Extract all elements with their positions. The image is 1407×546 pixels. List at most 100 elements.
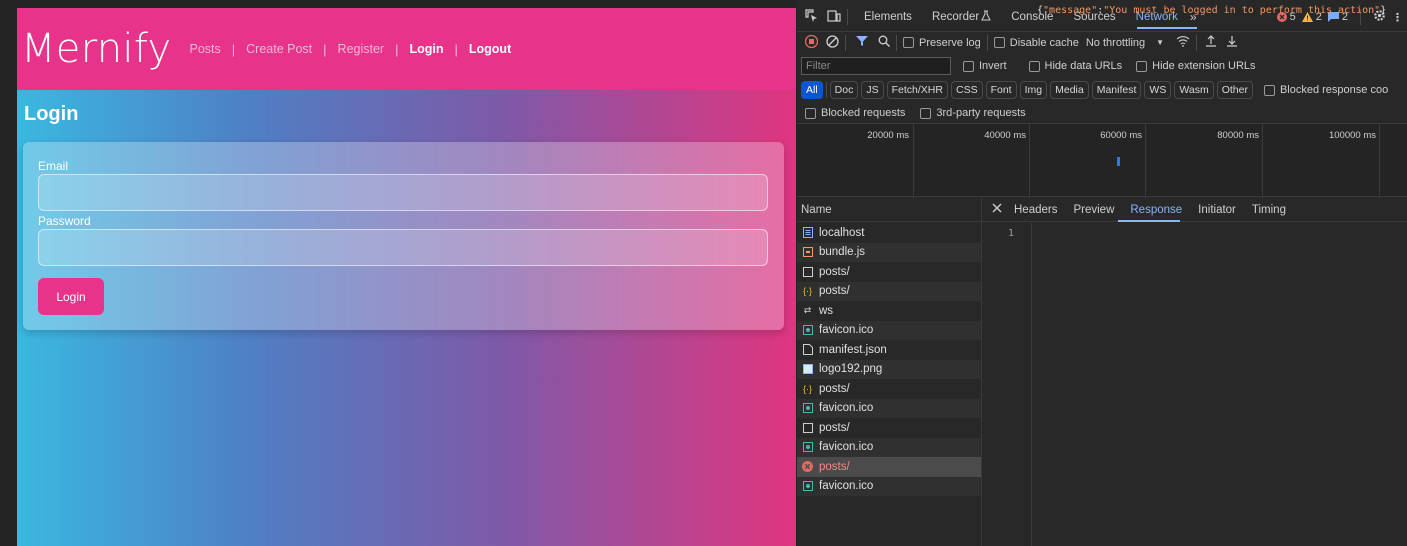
request-row[interactable]: favicon.ico: [797, 398, 981, 418]
type-manifest[interactable]: Manifest: [1091, 81, 1142, 99]
blocked-response-cookies-checkbox[interactable]: [1263, 84, 1275, 96]
type-img[interactable]: Img: [1019, 81, 1048, 99]
throttling-select[interactable]: No throttling ▼: [1086, 37, 1164, 49]
detail-tab-response[interactable]: Response: [1130, 204, 1182, 216]
blocked-requests-label: Blocked requests: [821, 107, 906, 119]
detail-tab-initiator[interactable]: Initiator: [1198, 204, 1236, 216]
type-wasm[interactable]: Wasm: [1174, 81, 1214, 99]
request-row[interactable]: bundle.js: [797, 242, 981, 262]
nav-register[interactable]: Register: [338, 42, 385, 56]
nav-separator: |: [454, 41, 458, 57]
screen: Mernify Posts | Create Post | Register |…: [0, 0, 1407, 546]
script-icon: [802, 247, 813, 258]
divider: [825, 82, 827, 98]
dropdown-arrow-icon: ▼: [1156, 38, 1165, 47]
image-icon: [802, 403, 813, 414]
request-row[interactable]: manifest.json: [797, 340, 981, 360]
request-name: favicon.ico: [819, 480, 874, 493]
filter-input[interactable]: Filter: [801, 57, 951, 75]
third-party-requests-checkbox[interactable]: [920, 107, 932, 119]
request-name: bundle.js: [819, 246, 866, 259]
nav-create-post[interactable]: Create Post: [246, 42, 312, 56]
tab-elements[interactable]: Elements: [864, 11, 912, 23]
request-name: posts/: [819, 460, 850, 473]
request-row[interactable]: ⇄ ws: [797, 301, 981, 321]
type-css[interactable]: CSS: [950, 81, 983, 99]
blank-icon: [802, 266, 813, 277]
nav-separator: |: [231, 41, 236, 57]
inspect-element-icon[interactable]: [805, 8, 819, 26]
nav-login[interactable]: Login: [409, 42, 443, 56]
network-conditions-icon[interactable]: [1176, 35, 1190, 50]
flask-icon: [981, 10, 992, 24]
type-font[interactable]: Font: [985, 81, 1017, 99]
brand-logo[interactable]: Mernify: [21, 26, 171, 72]
json-icon: {·}: [802, 286, 812, 297]
type-ws[interactable]: WS: [1144, 81, 1172, 99]
line-number-gutter: 1: [982, 223, 1032, 546]
detail-tab-timing[interactable]: Timing: [1252, 204, 1286, 216]
type-fetch-xhr[interactable]: Fetch/XHR: [886, 81, 948, 99]
timeline-tick-label: 80000 ms: [1217, 130, 1259, 141]
export-har-icon[interactable]: [1226, 35, 1238, 50]
request-row[interactable]: favicon.ico: [797, 320, 981, 340]
throttling-value: No throttling: [1085, 36, 1146, 49]
import-har-icon[interactable]: [1205, 35, 1217, 50]
request-row[interactable]: posts/: [797, 262, 981, 282]
request-name: posts/: [819, 421, 850, 434]
blocked-requests-bar: Blocked requests 3rd-party requests: [797, 103, 1407, 123]
nav-logout[interactable]: Logout: [469, 42, 511, 56]
request-row-error[interactable]: posts/: [797, 457, 981, 477]
name-column-header[interactable]: Name: [797, 198, 981, 222]
type-other[interactable]: Other: [1216, 81, 1253, 99]
search-icon[interactable]: [878, 35, 890, 50]
password-input[interactable]: [38, 229, 768, 266]
network-toolbar: Preserve log Disable cache No throttling…: [797, 31, 1407, 53]
hide-extension-urls-checkbox[interactable]: [1136, 60, 1148, 72]
login-button[interactable]: Login: [38, 278, 104, 315]
timeline-gridline: [1145, 124, 1146, 198]
divider: [845, 34, 846, 51]
response-body[interactable]: {"message":"You must be logged in to per…: [1037, 5, 1386, 16]
page-title: Login: [24, 103, 79, 125]
hide-data-urls-checkbox[interactable]: [1028, 60, 1040, 72]
filter-funnel-icon[interactable]: [856, 35, 868, 50]
clear-icon[interactable]: [826, 34, 839, 51]
invert-checkbox[interactable]: [963, 60, 974, 72]
type-media[interactable]: Media: [1050, 81, 1089, 99]
device-toolbar-icon[interactable]: [827, 9, 841, 26]
detail-tab-headers[interactable]: Headers: [1014, 204, 1057, 216]
doc-icon: [802, 227, 813, 239]
email-input[interactable]: [38, 174, 768, 211]
image-icon: [802, 364, 813, 375]
request-row[interactable]: posts/: [797, 418, 981, 438]
invert-label: Invert: [979, 60, 1007, 72]
request-row[interactable]: {·} posts/: [797, 379, 981, 399]
request-row[interactable]: favicon.ico: [797, 437, 981, 457]
divider: [847, 9, 848, 25]
devtools-panel: Elements Recorder Console Sources Networ…: [797, 0, 1407, 546]
stop-recording-icon[interactable]: [804, 34, 819, 51]
more-options-icon[interactable]: ⋮: [1392, 11, 1403, 24]
preserve-log-checkbox[interactable]: [903, 37, 914, 48]
request-row[interactable]: favicon.ico: [797, 476, 981, 496]
request-name: posts/: [819, 265, 850, 278]
request-row[interactable]: localhost: [797, 223, 981, 243]
third-party-requests-label: 3rd-party requests: [936, 107, 1026, 119]
tab-recorder[interactable]: Recorder: [932, 11, 979, 23]
type-doc[interactable]: Doc: [829, 81, 859, 99]
blocked-requests-checkbox[interactable]: [805, 107, 816, 119]
active-detail-tab-indicator: [1118, 220, 1180, 222]
type-all[interactable]: All: [801, 81, 823, 99]
request-row[interactable]: {·} posts/: [797, 281, 981, 301]
detail-tab-preview[interactable]: Preview: [1073, 204, 1114, 216]
network-overview-timeline[interactable]: 20000 ms 40000 ms 60000 ms 80000 ms 1000…: [797, 123, 1407, 198]
request-row[interactable]: logo192.png: [797, 359, 981, 379]
nav-posts[interactable]: Posts: [189, 42, 220, 56]
blank-icon: [802, 422, 813, 433]
active-tab-indicator: [1137, 27, 1197, 29]
disable-cache-checkbox[interactable]: [993, 37, 1005, 48]
close-icon[interactable]: [992, 203, 1002, 216]
type-js[interactable]: JS: [861, 81, 884, 99]
timeline-tick-label: 20000 ms: [867, 130, 909, 141]
